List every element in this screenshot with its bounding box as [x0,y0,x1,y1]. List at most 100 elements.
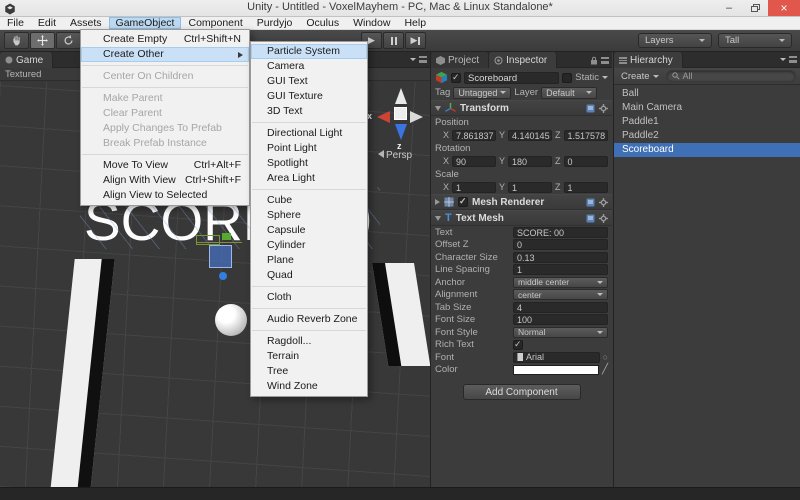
panel-menu-icon[interactable] [601,57,609,64]
menu-item-create-other[interactable]: Create Other [81,47,249,62]
menu-help[interactable]: Help [397,17,433,29]
character-size-field[interactable]: 0.13 [513,252,608,263]
submenu-item-gui-texture[interactable]: GUI Texture [251,89,367,104]
submenu-item-spotlight[interactable]: Spotlight [251,156,367,171]
menu-item-create-empty[interactable]: Create EmptyCtrl+Shift+N [81,32,249,47]
tag-dropdown[interactable]: Untagged [453,87,511,99]
perspective-toggle[interactable]: Persp [378,150,412,161]
pause-button[interactable] [383,32,404,49]
hierarchy-item-paddle1[interactable]: Paddle1 [614,115,800,129]
scale-z-field[interactable]: 1 [564,182,608,193]
foldout-open-icon[interactable] [435,216,441,221]
rotate-tool-button[interactable] [56,32,81,49]
submenu-item-cloth[interactable]: Cloth [251,290,367,305]
position-x-field[interactable]: 7.861837 [452,130,496,141]
submenu-item-wind-zone[interactable]: Wind Zone [251,379,367,394]
hierarchy-item-paddle2[interactable]: Paddle2 [614,129,800,143]
rotation-z-field[interactable]: 0 [564,156,608,167]
menu-purdyjo[interactable]: Purdyjo [250,17,300,29]
paddle1-object[interactable] [50,259,115,487]
gear-icon[interactable] [599,214,608,223]
offset-z-field[interactable]: 0 [513,239,608,250]
font-style-dropdown[interactable]: Normal [513,327,608,338]
object-name-field[interactable]: Scoreboard [464,72,559,84]
alignment-dropdown[interactable]: center [513,289,608,300]
help-book-icon[interactable] [586,214,595,223]
menu-item-apply-changes-to-prefab[interactable]: Apply Changes To Prefab [81,121,249,136]
scale-x-field[interactable]: 1 [452,182,496,193]
layers-dropdown[interactable]: Layers [638,33,712,48]
panel-menu-icon[interactable] [789,56,797,63]
tab-size-field[interactable]: 4 [513,302,608,313]
submenu-item-directional-light[interactable]: Directional Light [251,126,367,141]
menu-window[interactable]: Window [346,17,397,29]
render-mode-dropdown[interactable]: Textured [5,69,41,80]
tab-menu-icon[interactable] [419,56,427,63]
move-gizmo-point-handle[interactable] [219,272,227,280]
submenu-item-particle-system[interactable]: Particle System [251,44,367,59]
create-button[interactable]: Create [618,71,662,82]
gizmo-x-axis-cone-icon[interactable] [377,111,390,123]
eyedropper-icon[interactable]: ╱ [602,364,608,375]
submenu-item-tree[interactable]: Tree [251,364,367,379]
rich-text-checkbox[interactable] [513,340,523,350]
active-checkbox[interactable] [451,73,461,83]
menu-oculus[interactable]: Oculus [299,17,346,29]
submenu-item-capsule[interactable]: Capsule [251,223,367,238]
tab-inspector[interactable]: Inspector [489,52,557,68]
menu-item-move-to-view[interactable]: Move To ViewCtrl+Alt+F [81,158,249,173]
position-y-field[interactable]: 4.140145 [508,130,552,141]
layer-dropdown[interactable]: Default [541,87,597,99]
static-checkbox[interactable] [562,73,572,83]
line-spacing-field[interactable]: 1 [513,264,608,275]
menu-file[interactable]: File [0,17,31,29]
layout-dropdown[interactable]: Tall [718,33,792,48]
tab-hierarchy[interactable]: Hierarchy [614,52,683,68]
text-field[interactable]: SCORE: 00 [513,227,608,238]
move-gizmo-green-handle[interactable] [222,233,231,240]
submenu-item-3d-text[interactable]: 3D Text [251,104,367,119]
rotation-y-field[interactable]: 180 [508,156,552,167]
foldout-open-icon[interactable] [435,106,441,111]
pan-tool-button[interactable] [4,32,29,49]
submenu-item-plane[interactable]: Plane [251,253,367,268]
menu-item-align-view-to-selected[interactable]: Align View to Selected [81,188,249,203]
transform-component-header[interactable]: Transform [431,100,612,116]
ball-object[interactable] [215,304,247,336]
submenu-item-audio-reverb-zone[interactable]: Audio Reverb Zone [251,312,367,327]
menu-assets[interactable]: Assets [63,17,109,29]
help-book-icon[interactable] [586,198,595,207]
submenu-item-cylinder[interactable]: Cylinder [251,238,367,253]
restore-button[interactable] [742,0,768,16]
submenu-item-terrain[interactable]: Terrain [251,349,367,364]
submenu-item-cube[interactable]: Cube [251,193,367,208]
color-swatch[interactable] [513,365,599,375]
menu-item-clear-parent[interactable]: Clear Parent [81,106,249,121]
lock-icon[interactable] [590,56,598,65]
static-dropdown-icon[interactable] [602,76,608,79]
paddle2-object[interactable] [372,263,430,366]
hierarchy-search-input[interactable]: All [666,70,796,82]
text-mesh-component-header[interactable]: T Text Mesh [431,210,612,226]
step-button[interactable]: ▶ [405,32,426,49]
minimize-button[interactable]: – [716,0,742,16]
add-component-button[interactable]: Add Component [463,384,581,400]
font-object-field[interactable]: Arial [513,352,600,363]
gear-icon[interactable] [599,104,608,113]
close-button[interactable]: × [768,0,800,16]
submenu-item-camera[interactable]: Camera [251,59,367,74]
submenu-item-point-light[interactable]: Point Light [251,141,367,156]
font-size-field[interactable]: 100 [513,314,608,325]
submenu-item-ragdoll[interactable]: Ragdoll... [251,334,367,349]
hierarchy-item-scoreboard[interactable]: Scoreboard [614,143,800,157]
menu-component[interactable]: Component [181,17,249,29]
tab-project[interactable]: Project [431,52,489,68]
submenu-item-area-light[interactable]: Area Light [251,171,367,186]
scale-y-field[interactable]: 1 [508,182,552,193]
menu-edit[interactable]: Edit [31,17,63,29]
tab-options-chevron-icon[interactable] [780,58,786,61]
position-z-field[interactable]: 1.517578 [564,130,608,141]
menu-item-break-prefab-instance[interactable]: Break Prefab Instance [81,136,249,151]
move-tool-button[interactable] [30,32,55,49]
tab-options-chevron-icon[interactable] [410,58,416,61]
